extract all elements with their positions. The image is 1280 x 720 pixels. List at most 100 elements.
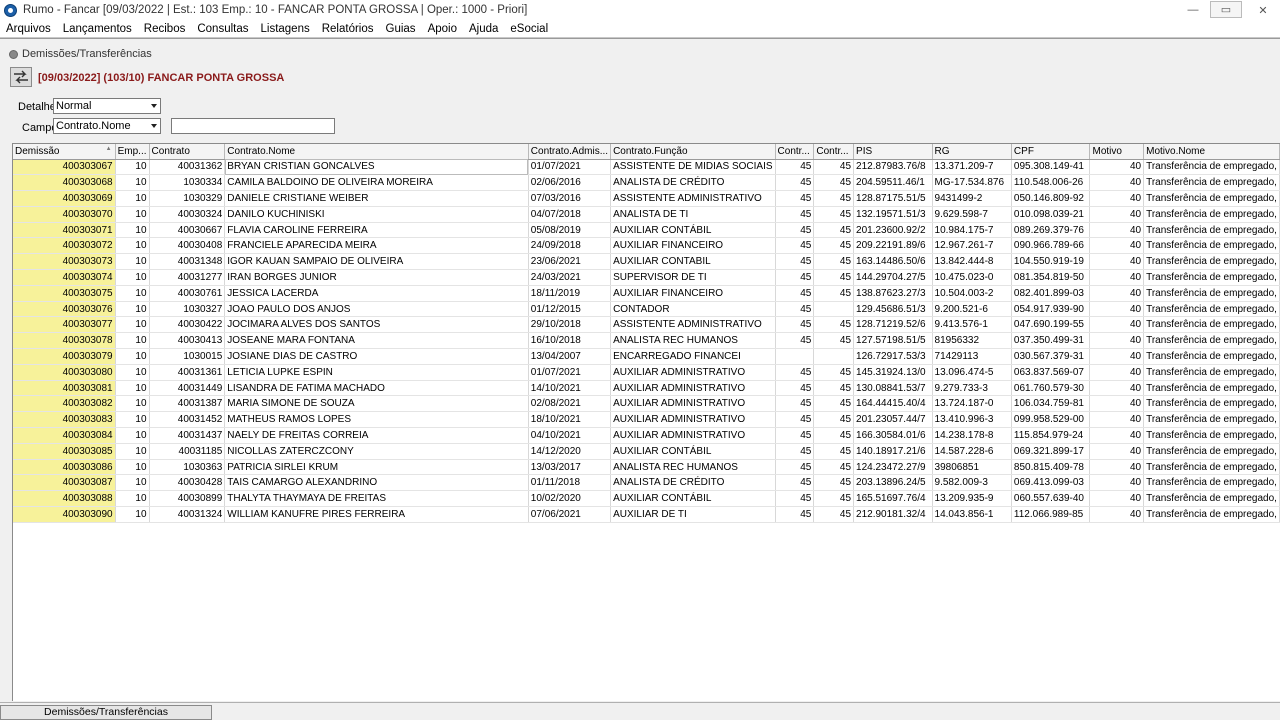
- cell-admissao[interactable]: 13/03/2017: [528, 459, 612, 476]
- cell-cpf[interactable]: 030.567.379-31: [1011, 348, 1091, 365]
- cell-motivo-nome[interactable]: Transferência de empregado,: [1143, 301, 1280, 318]
- cell-empresa[interactable]: 10: [115, 316, 150, 334]
- cell-demissao[interactable]: 400303082: [13, 395, 116, 413]
- cell-empresa[interactable]: 10: [115, 222, 150, 239]
- menu-arquivos[interactable]: Arquivos: [0, 23, 57, 35]
- col-pis[interactable]: PIS: [853, 144, 933, 160]
- table-row[interactable]: 400303076 10 1030327 JOAO PAULO DOS ANJOS 01…: [13, 301, 1280, 318]
- col-contrato-funcao[interactable]: Contrato.Função: [610, 144, 776, 160]
- cell-pis[interactable]: 164.44415.40/4: [853, 395, 933, 413]
- cell-cpf[interactable]: 060.557.639-40: [1011, 490, 1091, 508]
- window-tab-demissoes[interactable]: Demissões/Transferências: [0, 705, 212, 720]
- cell-funcao[interactable]: AUXILIAR ADMINISTRATIVO: [610, 395, 776, 413]
- cell-pis[interactable]: 166.30584.01/6: [853, 427, 933, 444]
- menu-guias[interactable]: Guias: [380, 23, 422, 35]
- cell-admissao[interactable]: 13/04/2007: [528, 348, 612, 365]
- cell-empresa[interactable]: 10: [115, 269, 150, 286]
- table-row[interactable]: 400303090 10 40031324 WILLIAM KANUFRE PIRES…: [13, 506, 1280, 523]
- cell-empresa[interactable]: 10: [115, 411, 150, 429]
- cell-contrato[interactable]: 40030761: [149, 285, 226, 302]
- cell-contr2[interactable]: 45: [813, 427, 855, 444]
- cell-motivo[interactable]: 40: [1089, 506, 1145, 523]
- cell-nome[interactable]: FLAVIA CAROLINE FERREIRA: [224, 222, 529, 239]
- cell-cpf[interactable]: 082.401.899-03: [1011, 285, 1091, 302]
- menu-esocial[interactable]: eSocial: [504, 23, 554, 35]
- col-motivo[interactable]: Motivo: [1089, 144, 1145, 160]
- cell-pis[interactable]: 145.31924.13/0: [853, 364, 933, 381]
- cell-cpf[interactable]: 010.098.039-21: [1011, 206, 1091, 223]
- cell-demissao[interactable]: 400303074: [13, 269, 116, 286]
- cell-rg[interactable]: 14.043.856-1: [932, 506, 1012, 523]
- cell-demissao[interactable]: 400303081: [13, 380, 116, 397]
- cell-motivo-nome[interactable]: Transferência de empregado,: [1143, 285, 1280, 302]
- cell-motivo[interactable]: 40: [1089, 206, 1145, 223]
- cell-admissao[interactable]: 02/06/2016: [528, 174, 612, 192]
- cell-contrato[interactable]: 40031324: [149, 506, 226, 523]
- cell-nome[interactable]: PATRICIA SIRLEI KRUM: [224, 459, 529, 476]
- cell-motivo-nome[interactable]: Transferência de empregado,: [1143, 174, 1280, 192]
- cell-motivo-nome[interactable]: Transferência de empregado,: [1143, 411, 1280, 429]
- table-row[interactable]: 400303087 10 40030428 TAIS CAMARGO ALEXANDR…: [13, 474, 1280, 492]
- menu-consultas[interactable]: Consultas: [191, 23, 254, 35]
- col-empresa[interactable]: Emp...: [115, 144, 150, 160]
- cell-demissao[interactable]: 400303083: [13, 411, 116, 429]
- cell-empresa[interactable]: 10: [115, 348, 150, 365]
- cell-motivo[interactable]: 40: [1089, 427, 1145, 444]
- cell-demissao[interactable]: 400303067: [13, 159, 116, 176]
- table-row[interactable]: 400303070 10 40030324 DANILO KUCHINISKI 04/0…: [13, 206, 1280, 223]
- cell-demissao[interactable]: 400303069: [13, 190, 116, 207]
- cell-contr1[interactable]: 45: [775, 301, 815, 318]
- cell-funcao[interactable]: AUXILIAR ADMINISTRATIVO: [610, 427, 776, 444]
- cell-nome[interactable]: JOCIMARA ALVES DOS SANTOS: [224, 316, 529, 334]
- cell-contr1[interactable]: [775, 348, 815, 365]
- cell-admissao[interactable]: 02/08/2021: [528, 395, 612, 413]
- cell-motivo-nome[interactable]: Transferência de empregado,: [1143, 237, 1280, 255]
- cell-cpf[interactable]: 069.413.099-03: [1011, 474, 1091, 492]
- cell-motivo[interactable]: 40: [1089, 237, 1145, 255]
- cell-rg[interactable]: 13.371.209-7: [932, 159, 1012, 176]
- cell-nome[interactable]: NAELY DE FREITAS CORREIA: [224, 427, 529, 444]
- cell-motivo[interactable]: 40: [1089, 174, 1145, 192]
- cell-cpf[interactable]: 037.350.499-31: [1011, 332, 1091, 350]
- cell-contrato[interactable]: 40031387: [149, 395, 226, 413]
- table-row[interactable]: 400303085 10 40031185 NICOLLAS ZATERCZCONY 1…: [13, 443, 1280, 460]
- cell-motivo[interactable]: 40: [1089, 443, 1145, 460]
- cell-motivo-nome[interactable]: Transferência de empregado,: [1143, 380, 1280, 397]
- cell-motivo-nome[interactable]: Transferência de empregado,: [1143, 222, 1280, 239]
- cell-demissao[interactable]: 400303080: [13, 364, 116, 381]
- cell-contrato[interactable]: 40030667: [149, 222, 226, 239]
- col-contrato[interactable]: Contrato: [149, 144, 226, 160]
- cell-motivo[interactable]: 40: [1089, 332, 1145, 350]
- cell-admissao[interactable]: 04/10/2021: [528, 427, 612, 444]
- cell-nome[interactable]: IGOR KAUAN SAMPAIO DE OLIVEIRA: [224, 253, 529, 271]
- col-contr-2[interactable]: Contr...: [813, 144, 855, 160]
- cell-nome[interactable]: LETICIA LUPKE ESPIN: [224, 364, 529, 381]
- cell-contrato[interactable]: 40031185: [149, 443, 226, 460]
- col-contr-1[interactable]: Contr...: [775, 144, 815, 160]
- detalhe-select[interactable]: Normal: [53, 98, 161, 114]
- cell-contr1[interactable]: 45: [775, 332, 815, 350]
- cell-nome[interactable]: JESSICA LACERDA: [224, 285, 529, 302]
- cell-rg[interactable]: 9.413.576-1: [932, 316, 1012, 334]
- table-row[interactable]: 400303082 10 40031387 MARIA SIMONE DE SOUZA…: [13, 395, 1280, 413]
- cell-cpf[interactable]: 047.690.199-55: [1011, 316, 1091, 334]
- cell-admissao[interactable]: 14/12/2020: [528, 443, 612, 460]
- data-grid[interactable]: Demissão Emp... Contrato Contrato.Nome C…: [12, 143, 1280, 701]
- cell-demissao[interactable]: 400303085: [13, 443, 116, 460]
- cell-contr1[interactable]: 45: [775, 237, 815, 255]
- cell-nome[interactable]: JOSEANE MARA FONTANA: [224, 332, 529, 350]
- cell-motivo[interactable]: 40: [1089, 159, 1145, 176]
- cell-motivo-nome[interactable]: Transferência de empregado,: [1143, 316, 1280, 334]
- cell-contr1[interactable]: 45: [775, 222, 815, 239]
- cell-motivo[interactable]: 40: [1089, 395, 1145, 413]
- cell-contr1[interactable]: 45: [775, 474, 815, 492]
- cell-rg[interactable]: 13.724.187-0: [932, 395, 1012, 413]
- cell-empresa[interactable]: 10: [115, 443, 150, 460]
- cell-demissao[interactable]: 400303079: [13, 348, 116, 365]
- cell-pis[interactable]: 124.23472.27/9: [853, 459, 933, 476]
- cell-contr2[interactable]: 45: [813, 332, 855, 350]
- cell-funcao[interactable]: ASSISTENTE DE MIDIAS SOCIAIS: [610, 159, 776, 176]
- cell-funcao[interactable]: SUPERVISOR DE TI: [610, 269, 776, 286]
- cell-contr2[interactable]: 45: [813, 222, 855, 239]
- cell-contr1[interactable]: 45: [775, 490, 815, 508]
